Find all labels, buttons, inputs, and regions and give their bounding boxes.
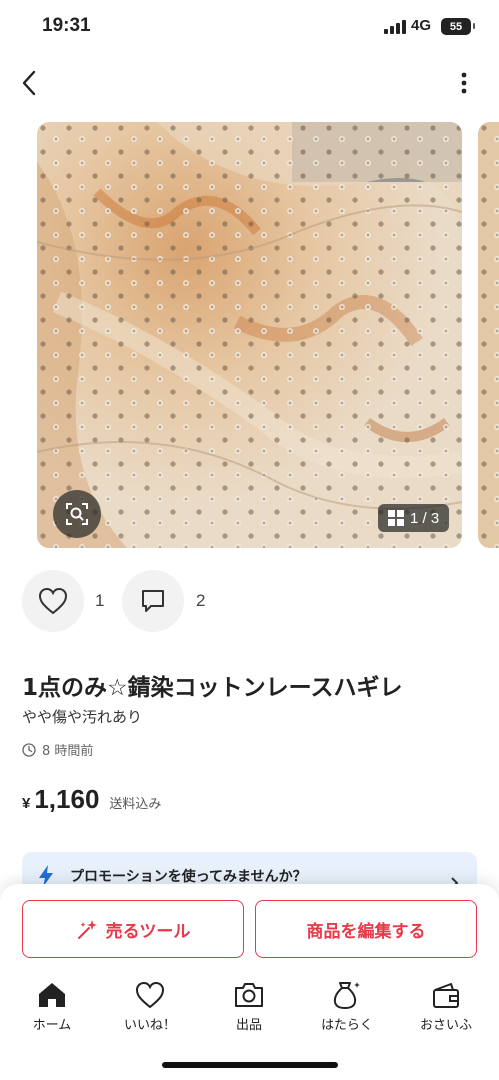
sparkle-wand-icon (77, 920, 97, 939)
item-condition: やや傷や汚れあり (22, 708, 143, 726)
next-photo-preview[interactable] (478, 122, 499, 548)
tab-sell[interactable]: 出品 (204, 980, 294, 1033)
sell-tool-label: 売るツール (105, 921, 191, 942)
currency-symbol: ¥ (22, 795, 31, 812)
item-title: 1点のみ☆錆染コットンレースハギレ (22, 675, 403, 701)
tab-home[interactable]: ホーム (7, 980, 97, 1033)
heart-icon (38, 587, 68, 615)
more-vertical-icon (461, 72, 467, 94)
more-options-button[interactable] (450, 66, 478, 100)
next-photo-image (478, 122, 499, 548)
image-search-button[interactable] (53, 490, 101, 538)
image-search-icon (66, 503, 88, 525)
tab-sell-label: 出品 (235, 1018, 262, 1033)
clock-icon (22, 742, 36, 757)
home-indicator[interactable] (162, 1062, 338, 1068)
tab-work-label: はたらく (321, 1018, 373, 1033)
home-icon (39, 983, 65, 1007)
like-count: 1 (95, 591, 105, 610)
tab-wallet-label: おさいふ (419, 1018, 472, 1033)
image-counter: 1 / 3 (378, 504, 450, 532)
camera-icon (235, 983, 263, 1007)
sell-tool-button[interactable]: 売るツール (22, 900, 244, 958)
tab-bar: ホーム いいね！ 出品 はたらく おさいふ (0, 980, 499, 1040)
product-photo[interactable] (37, 122, 462, 548)
battery-icon: 55 (441, 18, 475, 35)
comment-button[interactable] (122, 570, 184, 632)
chevron-left-icon (22, 70, 36, 96)
posted-time-text: 8 時間前 (42, 744, 94, 759)
lace-fabric-image (37, 122, 462, 548)
back-button[interactable] (14, 66, 44, 100)
posted-time: 8 時間前 (22, 740, 93, 759)
status-bar: 19:31 4G 55 (0, 0, 499, 56)
tab-work[interactable]: はたらく (302, 980, 392, 1033)
comment-count: 2 (196, 591, 206, 610)
grid-icon (388, 510, 404, 526)
image-carousel[interactable] (0, 122, 499, 548)
tab-wallet[interactable]: おさいふ (401, 980, 491, 1033)
image-counter-text: 1 / 3 (410, 509, 440, 527)
tab-home-label: ホーム (32, 1018, 72, 1033)
edit-item-button[interactable]: 商品を編集する (255, 900, 477, 958)
signal-icon (384, 20, 406, 34)
status-time: 19:31 (42, 15, 91, 36)
tab-likes-label: いいね！ (123, 1018, 176, 1033)
network-type: 4G (411, 17, 432, 34)
battery-level: 55 (449, 20, 463, 33)
like-button[interactable] (22, 570, 84, 632)
price: ¥ 1,160 送料込み (22, 784, 161, 815)
bottom-sheet: 売るツール 商品を編集する ホーム いいね！ 出品 はたらく おさいふ (0, 884, 499, 1080)
comment-icon (142, 590, 164, 612)
edit-item-label: 商品を編集する (306, 921, 426, 942)
shipping-note: 送料込み (109, 797, 162, 812)
wallet-icon (433, 983, 459, 1008)
tab-likes[interactable]: いいね！ (105, 980, 195, 1033)
heart-icon (135, 981, 165, 1009)
price-value: 1,160 (34, 784, 100, 814)
money-bag-icon (333, 982, 360, 1010)
promotion-text: プロモーションを使ってみませんか？ (70, 869, 307, 885)
